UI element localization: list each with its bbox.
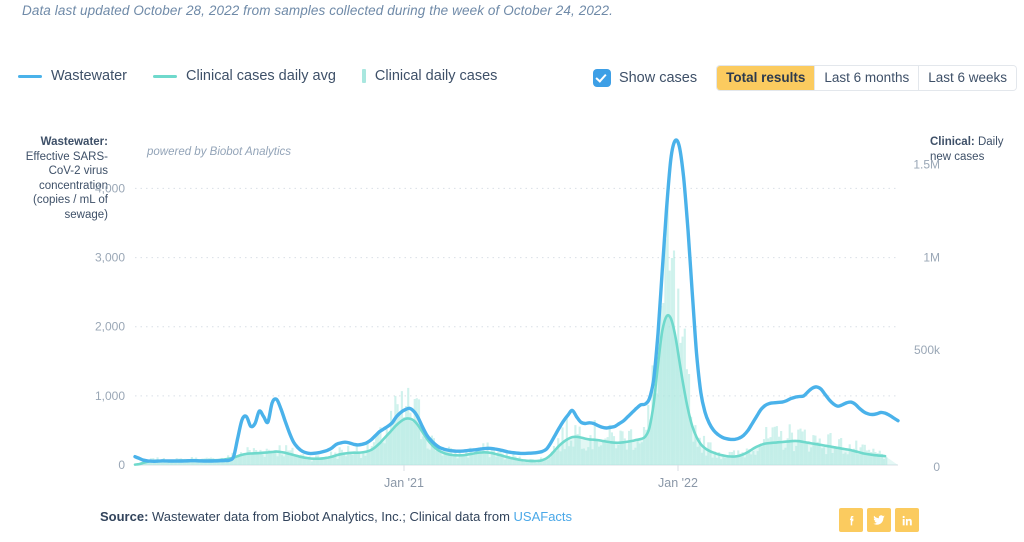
svg-text:Jan '22: Jan '22 (658, 476, 698, 490)
chart-legend: Wastewater Clinical cases daily avg Clin… (18, 68, 497, 84)
legend-label: Clinical daily cases (374, 68, 498, 84)
svg-text:0: 0 (118, 458, 125, 472)
source-note: Source: Wastewater data from Biobot Anal… (100, 509, 572, 524)
chart-lines (133, 138, 900, 466)
legend-label: Clinical cases daily avg (186, 68, 336, 84)
social-share-buttons (839, 508, 919, 532)
show-cases-toggle[interactable]: Show cases (593, 70, 698, 86)
legend-label: Wastewater (51, 68, 128, 84)
svg-text:2,000: 2,000 (95, 320, 125, 334)
checkbox-checked-icon[interactable] (593, 70, 610, 86)
linkedin-icon[interactable] (895, 508, 919, 532)
x-axis-ticks: Jan '21 Jan '22 (384, 465, 698, 490)
wastewater-dashboard-panel: Data last updated October 28, 2022 from … (0, 0, 1024, 542)
svg-text:1.5M: 1.5M (913, 157, 940, 171)
chart-container: Wastewater: Effective SARS-CoV-2 virus c… (0, 120, 1024, 495)
show-cases-label: Show cases (618, 70, 698, 86)
source-text: Wastewater data from Biobot Analytics, I… (148, 509, 514, 524)
svg-text:500k: 500k (914, 343, 941, 357)
svg-text:1,000: 1,000 (95, 389, 125, 403)
range-button-last-6-weeks[interactable]: Last 6 weeks (919, 66, 1016, 90)
range-button-last-6-months[interactable]: Last 6 months (815, 66, 920, 90)
svg-text:3,000: 3,000 (95, 251, 125, 265)
y-axis-left-ticks: 0 1,000 2,000 3,000 4,000 (95, 181, 125, 472)
last-updated-note: Data last updated October 28, 2022 from … (22, 3, 613, 18)
svg-text:1M: 1M (923, 250, 940, 264)
source-label: Source: (100, 509, 149, 524)
facebook-icon[interactable] (839, 508, 863, 532)
legend-item-clinical-daily[interactable]: Clinical daily cases (361, 68, 498, 84)
range-button-total-results[interactable]: Total results (717, 66, 816, 90)
legend-bar-icon (361, 69, 366, 83)
chart-plot[interactable]: 0 1,000 2,000 3,000 4,000 0 500k 1M 1.5M Jan '2… (0, 120, 1024, 495)
svg-text:Jan '21: Jan '21 (384, 476, 424, 490)
legend-item-wastewater[interactable]: Wastewater (18, 68, 127, 84)
legend-line-icon (18, 74, 42, 78)
usafacts-link[interactable]: USAFacts (514, 509, 573, 524)
legend-line-icon (153, 74, 178, 78)
svg-text:4,000: 4,000 (95, 181, 125, 195)
svg-text:0: 0 (933, 460, 940, 474)
twitter-icon[interactable] (867, 508, 891, 532)
chart-controls: Show cases Total results Last 6 months L… (593, 66, 1016, 90)
legend-item-clinical-avg[interactable]: Clinical cases daily avg (153, 68, 336, 84)
y-axis-right-ticks: 0 500k 1M 1.5M (913, 157, 941, 474)
time-range-segmented-control: Total results Last 6 months Last 6 weeks (717, 66, 1016, 90)
